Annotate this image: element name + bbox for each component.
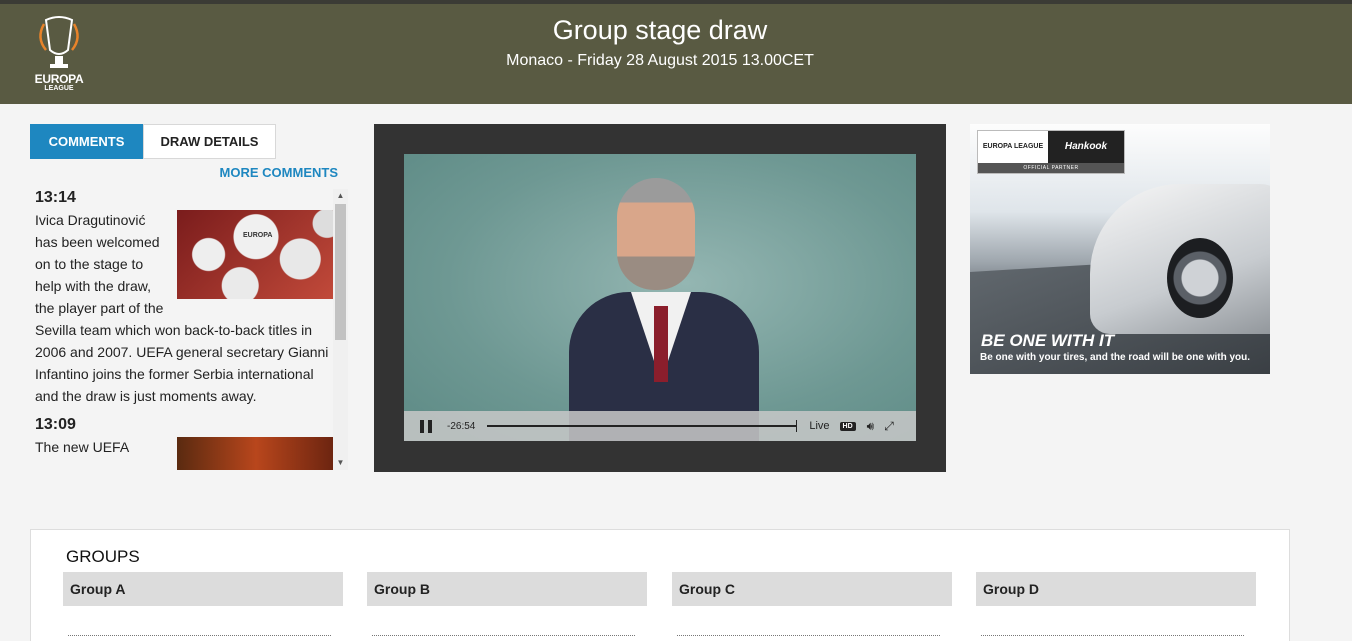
groups-panel: GROUPS Group A Group B Group C Group D (30, 529, 1290, 641)
ad-partner-label: OFFICIAL PARTNER (978, 163, 1124, 173)
page-header: EUROPA LEAGUE Group stage draw Monaco - … (0, 4, 1352, 104)
group-a-divider (68, 635, 331, 636)
group-d-divider (981, 635, 1244, 636)
group-c-divider (677, 635, 940, 636)
hd-badge[interactable]: HD (839, 421, 856, 431)
player-controls: -26:54 Live HD 🔊︎ ⤢ (404, 411, 916, 441)
video-player: -26:54 Live HD 🔊︎ ⤢ (374, 124, 946, 472)
comments-scrollbar[interactable]: ▲ ▼ (333, 189, 348, 470)
draw-balls-image: EUROPA (177, 210, 335, 299)
tab-comments[interactable]: COMMENTS (30, 124, 143, 159)
presenter-tie (654, 306, 668, 382)
presenter-image (569, 174, 759, 441)
progress-bar[interactable] (487, 420, 798, 432)
fullscreen-icon[interactable]: ⤢ (884, 419, 894, 434)
scrollbar-thumb[interactable] (335, 204, 346, 340)
ad-wheel (1167, 238, 1233, 318)
comment-time: 13:09 (35, 416, 76, 433)
progress-knob[interactable] (796, 420, 798, 432)
presenter-head (617, 178, 695, 290)
logo-text-europa: EUROPA (34, 72, 84, 86)
more-comments-link[interactable]: MORE COMMENTS (200, 165, 338, 180)
time-remaining: -26:54 (447, 420, 476, 432)
ad-headline: BE ONE WITH IT (981, 331, 1115, 350)
group-a-header: Group A (63, 572, 343, 606)
group-b-header: Group B (367, 572, 647, 606)
tab-draw-details[interactable]: DRAW DETAILS (143, 124, 276, 159)
group-d-header: Group D (976, 572, 1256, 606)
scroll-down-arrow-icon[interactable]: ▼ (333, 456, 348, 470)
hankook-advert[interactable]: EUROPA LEAGUE Hankook OFFICIAL PARTNER B… (970, 124, 1270, 374)
page-title: Group stage draw (552, 15, 768, 45)
volume-icon[interactable]: 🔊︎ (867, 419, 875, 434)
ball-label: EUROPA (243, 232, 273, 239)
ad-subline: Be one with your tires, and the road wil… (980, 352, 1251, 363)
comment-time: 13:14 (35, 189, 76, 206)
group-b-divider (372, 635, 635, 636)
groups-title: GROUPS (66, 547, 140, 566)
ad-league-label: EUROPA LEAGUE (978, 131, 1048, 163)
ad-brand: Hankook (1048, 131, 1124, 163)
ad-partner-badge: EUROPA LEAGUE Hankook OFFICIAL PARTNER (977, 130, 1125, 174)
page-subtitle: Monaco - Friday 28 August 2015 13.00CET (506, 52, 814, 69)
ceremony-image (177, 437, 335, 470)
comment-tabs: COMMENTS DRAW DETAILS (30, 124, 276, 159)
group-c-header: Group C (672, 572, 952, 606)
comments-feed[interactable]: 13:14 EUROPA Ivica Dragutinović has been… (30, 186, 350, 470)
scroll-up-arrow-icon[interactable]: ▲ (333, 189, 348, 203)
comments-list: 13:14 EUROPA Ivica Dragutinović has been… (35, 186, 335, 470)
live-label[interactable]: Live (809, 420, 829, 432)
video-frame[interactable]: -26:54 Live HD 🔊︎ ⤢ (404, 154, 916, 441)
pause-icon[interactable] (420, 419, 432, 433)
logo-text-league: LEAGUE (44, 85, 74, 92)
